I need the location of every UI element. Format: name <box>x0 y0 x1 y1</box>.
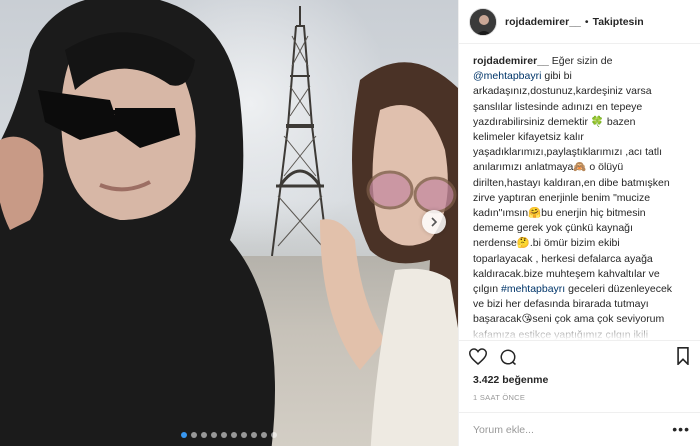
caption-fade <box>459 320 700 340</box>
carousel-dot <box>191 432 197 438</box>
username-link[interactable]: rojdademirer__ <box>505 16 581 28</box>
post-side-panel: rojdademirer__ • Takiptesin rojdademirer… <box>458 0 700 446</box>
caption-text: Eğer sizin de <box>548 55 613 67</box>
avatar-image <box>470 8 496 35</box>
carousel-dot <box>271 432 277 438</box>
carousel-dot <box>231 432 237 438</box>
carousel-dot <box>201 432 207 438</box>
avatar[interactable] <box>469 7 497 36</box>
post-header: rojdademirer__ • Takiptesin <box>459 0 700 44</box>
caption-area: rojdademirer__ Eğer sizin de @mehtapbayr… <box>459 44 700 340</box>
heart-icon[interactable] <box>469 348 487 365</box>
carousel-dot <box>241 432 247 438</box>
post-photo[interactable] <box>0 0 458 446</box>
caption-text: gibi bi <box>541 70 572 83</box>
person-right <box>320 62 458 446</box>
person-left <box>0 0 275 446</box>
comment-icon[interactable] <box>499 348 517 366</box>
follow-status-button[interactable]: Takiptesin <box>593 16 644 28</box>
comment-input[interactable] <box>473 423 653 436</box>
carousel-dot <box>251 432 257 438</box>
next-photo-button[interactable] <box>422 210 446 234</box>
carousel-indicator <box>0 432 458 438</box>
caption-text: arkadaşınız,dostunuz,kardeşiniz varsa şa… <box>473 85 670 296</box>
more-options-button[interactable]: ••• <box>672 421 690 437</box>
carousel-dot <box>261 432 267 438</box>
hashtag-link[interactable]: #mehtapbayrı <box>501 283 565 295</box>
mention-link[interactable]: @mehtapbayri <box>473 70 541 82</box>
action-bar <box>459 340 700 372</box>
caption-username[interactable]: rojdademirer__ <box>473 55 549 67</box>
carousel-dot <box>181 432 187 438</box>
likes-count[interactable]: 3.422 beğenme <box>459 372 700 386</box>
comment-form: ••• <box>459 412 700 446</box>
carousel-dot <box>211 432 217 438</box>
chevron-right-icon <box>431 217 438 227</box>
caption: rojdademirer__ Eğer sizin de @mehtapbayr… <box>473 54 688 340</box>
carousel-dot <box>221 432 227 438</box>
separator-dot: • <box>584 15 589 28</box>
bookmark-icon[interactable] <box>676 347 690 365</box>
post-timestamp[interactable]: 1 SAAT ÖNCE <box>459 386 700 412</box>
